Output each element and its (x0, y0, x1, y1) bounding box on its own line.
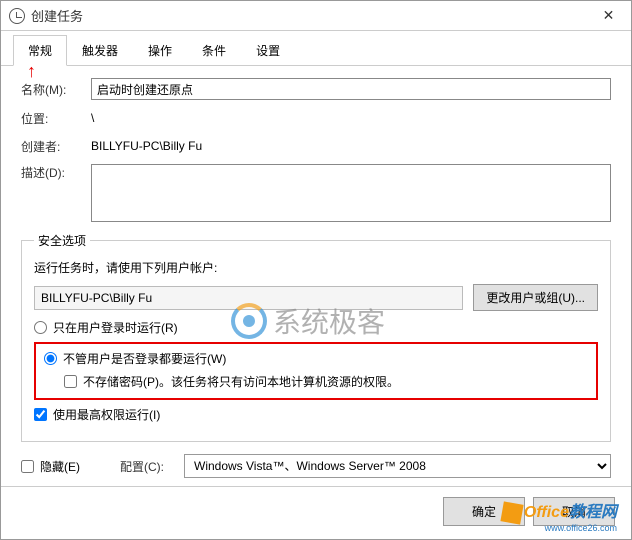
highest-priv-label: 使用最高权限运行(I) (53, 406, 160, 423)
no-password-input[interactable] (64, 375, 77, 388)
tab-general[interactable]: 常规 (13, 35, 67, 66)
name-input[interactable] (91, 78, 611, 100)
annotation-arrow-icon: ↑ (27, 61, 36, 82)
radio-logged-on-label: 只在用户登录时运行(R) (53, 319, 178, 336)
task-scheduler-dialog: 创建任务 ✕ 常规 触发器 操作 条件 设置 ↑ 名称(M): 位置: \ 创建… (0, 0, 632, 540)
highest-priv-input[interactable] (34, 408, 47, 421)
tab-strip: 常规 触发器 操作 条件 设置 (1, 35, 631, 66)
radio-logged-on-input[interactable] (34, 321, 47, 334)
clock-icon (9, 8, 25, 24)
tab-conditions[interactable]: 条件 (187, 35, 241, 65)
cancel-button[interactable]: 取消 (533, 497, 615, 526)
use-account-text: 运行任务时，请使用下列用户帐户: (34, 259, 598, 276)
annotation-highlight: 不管用户是否登录都要运行(W) 不存储密码(P)。该任务将只有访问本地计算机资源… (34, 342, 598, 400)
tab-settings[interactable]: 设置 (241, 35, 295, 65)
hidden-input[interactable] (21, 460, 34, 473)
checkbox-no-password[interactable]: 不存储密码(P)。该任务将只有访问本地计算机资源的权限。 (64, 373, 588, 390)
run-as-user: BILLYFU-PC\Billy Fu (34, 286, 463, 310)
change-user-button[interactable]: 更改用户或组(U)... (473, 284, 598, 311)
ok-button[interactable]: 确定 (443, 497, 525, 526)
author-label: 创建者: (21, 138, 91, 155)
window-title: 创建任务 (31, 6, 586, 25)
name-label: 名称(M): (21, 81, 91, 98)
security-options-group: 安全选项 运行任务时，请使用下列用户帐户: BILLYFU-PC\Billy F… (21, 232, 611, 442)
dialog-footer: 确定 取消 (1, 486, 631, 536)
bottom-row: 隐藏(E) 配置(C): Windows Vista™、Windows Serv… (1, 450, 631, 486)
checkbox-hidden[interactable]: 隐藏(E) (21, 458, 80, 475)
close-button[interactable]: ✕ (586, 1, 631, 31)
location-value: \ (91, 108, 94, 128)
radio-logged-on-only[interactable]: 只在用户登录时运行(R) (34, 319, 598, 336)
hidden-label: 隐藏(E) (40, 458, 80, 475)
checkbox-highest-priv[interactable]: 使用最高权限运行(I) (34, 406, 598, 423)
description-label: 描述(D): (21, 164, 91, 181)
tab-actions[interactable]: 操作 (133, 35, 187, 65)
description-input[interactable] (91, 164, 611, 222)
general-panel: 名称(M): 位置: \ 创建者: BILLYFU-PC\Billy Fu 描述… (1, 66, 631, 442)
author-value: BILLYFU-PC\Billy Fu (91, 136, 202, 156)
radio-always-label: 不管用户是否登录都要运行(W) (63, 350, 226, 367)
radio-always-run[interactable]: 不管用户是否登录都要运行(W) (44, 350, 588, 367)
configure-for-select[interactable]: Windows Vista™、Windows Server™ 2008 (184, 454, 611, 478)
security-legend: 安全选项 (34, 232, 90, 249)
configure-for-label: 配置(C): (120, 458, 164, 475)
tab-triggers[interactable]: 触发器 (67, 35, 133, 65)
titlebar: 创建任务 ✕ (1, 1, 631, 31)
no-password-label: 不存储密码(P)。该任务将只有访问本地计算机资源的权限。 (83, 373, 399, 390)
location-label: 位置: (21, 110, 91, 127)
radio-always-input[interactable] (44, 352, 57, 365)
